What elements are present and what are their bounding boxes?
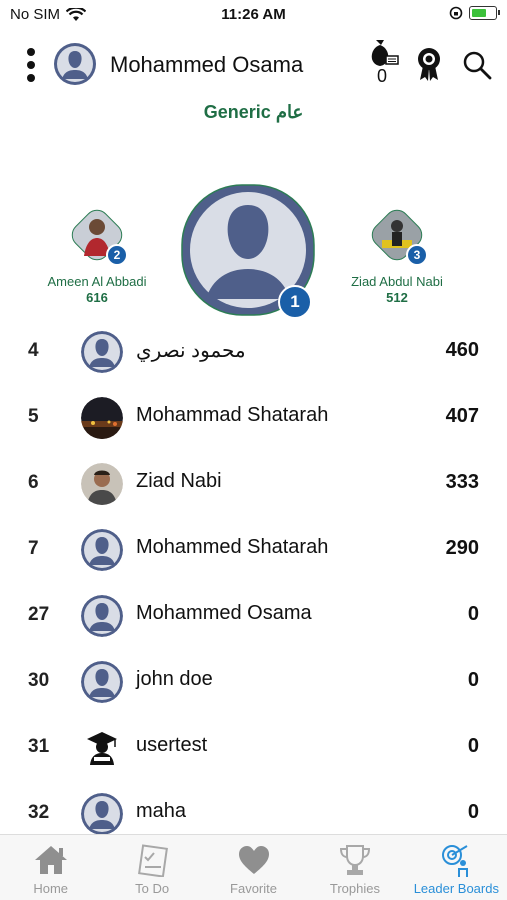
leaderboard-row[interactable]: 4 محمود نصري 460 [0, 318, 507, 384]
row-name: maha [136, 800, 187, 822]
row-rank: 5 [28, 406, 39, 427]
more-menu-icon[interactable] [24, 48, 38, 82]
graduate-icon [81, 727, 123, 769]
second-place-score: 616 [86, 290, 108, 305]
row-rank: 30 [28, 670, 50, 691]
row-rank: 6 [28, 472, 39, 493]
default-avatar [81, 595, 123, 637]
tab-label: Leader Boards [413, 881, 499, 896]
bottom-tab-bar: Home To Do Favorite Trophies Leader Boar… [0, 834, 507, 900]
top-three-podium: 2 Ameen Al Abbadi 616 1 3 Ziad Abdul Nab… [0, 180, 507, 320]
coins-count: 0 [376, 66, 387, 86]
row-score: 290 [445, 537, 479, 559]
tab-favorite[interactable]: Favorite [203, 835, 304, 900]
row-name: Mohammad Shatarah [136, 404, 329, 426]
row-score: 460 [445, 339, 479, 361]
category-title: Generic عام [203, 102, 304, 122]
tab-todo[interactable]: To Do [101, 835, 202, 900]
row-score: 0 [467, 669, 479, 691]
coins-button[interactable]: 0 [362, 36, 402, 88]
status-right [449, 6, 500, 20]
row-rank: 7 [28, 538, 39, 559]
leaderboard-row[interactable]: 30 john doe 0 [0, 648, 507, 714]
leaderboard-row[interactable]: 31 usertest 0 [0, 714, 507, 780]
row-name: Ziad Nabi [136, 470, 222, 492]
tab-label: To Do [135, 881, 170, 896]
row-rank: 32 [28, 802, 50, 823]
row-score: 407 [445, 405, 479, 427]
user-avatar[interactable] [54, 43, 96, 85]
search-icon[interactable] [462, 50, 492, 80]
row-rank: 27 [28, 604, 50, 625]
row-rank: 4 [28, 340, 39, 361]
row-score: 0 [467, 801, 479, 823]
default-avatar [81, 661, 123, 703]
heart-icon [238, 846, 269, 874]
award-icon[interactable] [414, 46, 444, 82]
second-rank-badge: 2 [106, 244, 128, 266]
tab-leader-boards[interactable]: Leader Boards [406, 835, 507, 900]
row-name: usertest [136, 734, 208, 756]
tab-trophies[interactable]: Trophies [304, 835, 405, 900]
status-time: 11:26 AM [221, 6, 286, 23]
first-rank-badge: 1 [278, 285, 312, 319]
tab-home[interactable]: Home [0, 835, 101, 900]
row-rank: 31 [28, 736, 50, 757]
leaderboard-icon [442, 845, 469, 877]
third-place-name: Ziad Abdul Nabi [351, 274, 443, 289]
money-bag-icon [371, 40, 399, 66]
battery-icon [469, 6, 500, 20]
user-name: Mohammed Osama [110, 52, 304, 77]
podium-second[interactable]: 2 [68, 206, 128, 266]
row-name: Mohammed Osama [136, 602, 312, 624]
row-score: 0 [467, 603, 479, 625]
default-avatar [81, 529, 123, 571]
third-rank-badge: 3 [406, 244, 428, 266]
second-place-name: Ameen Al Abbadi [47, 274, 147, 289]
tab-label: Trophies [329, 881, 380, 896]
leaderboard-row[interactable]: 6 Ziad Nabi 333 [0, 450, 507, 516]
app-header: Mohammed Osama 0 [0, 40, 507, 92]
third-place-score: 512 [386, 290, 408, 305]
home-icon [34, 846, 67, 874]
todo-icon [138, 844, 169, 877]
tab-label: Home [33, 881, 69, 896]
status-bar: No SIM 11:26 AM [0, 0, 507, 32]
photo-avatar [81, 397, 123, 439]
podium-third[interactable]: 3 [368, 206, 428, 266]
row-score: 333 [445, 471, 479, 493]
leaderboard-row[interactable]: 5 Mohammad Shatarah 407 [0, 384, 507, 450]
orientation-lock-icon [449, 6, 463, 20]
trophy-icon [339, 845, 370, 875]
leaderboard-row[interactable]: 27 Mohammed Osama 0 [0, 582, 507, 648]
default-avatar [81, 331, 123, 373]
row-name: john doe [136, 668, 213, 690]
row-score: 0 [467, 735, 479, 757]
leaderboard-list: 4 محمود نصري 460 5 Mohammad Shatarah 407… [0, 318, 507, 846]
leaderboard-row[interactable]: 7 Mohammed Shatarah 290 [0, 516, 507, 582]
photo-avatar [81, 463, 123, 505]
podium-first[interactable]: 1 [180, 183, 316, 319]
default-avatar [81, 793, 123, 835]
row-name: Mohammed Shatarah [136, 536, 329, 558]
row-name: محمود نصري [136, 340, 246, 362]
tab-label: Favorite [230, 881, 277, 896]
